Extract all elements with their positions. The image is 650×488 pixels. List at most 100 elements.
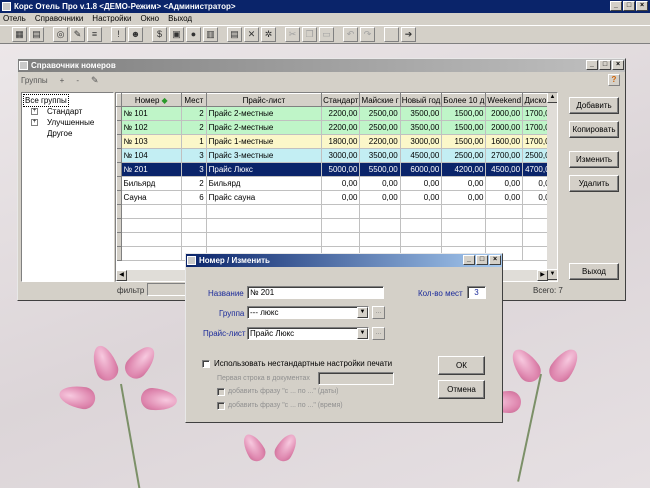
ok-button[interactable]: ОК bbox=[438, 356, 485, 375]
edit-button[interactable]: Изменить bbox=[569, 151, 619, 168]
add-group-button[interactable]: + bbox=[60, 76, 65, 85]
table-cell[interactable]: 3 bbox=[181, 162, 207, 177]
table-cell[interactable]: 6000,00 bbox=[400, 162, 443, 177]
table-cell[interactable]: 2000,00 bbox=[485, 106, 524, 121]
chart-icon[interactable]: ▤ bbox=[29, 27, 44, 42]
table-cell[interactable]: 1500,00 bbox=[441, 120, 487, 135]
tree-expand-icon[interactable]: + bbox=[31, 108, 38, 115]
chevron-down-icon[interactable]: ▼ bbox=[357, 307, 368, 318]
table-cell[interactable]: 4500,00 bbox=[485, 162, 524, 177]
table-cell[interactable]: № 103 bbox=[121, 134, 182, 149]
table-cell[interactable]: 3500,00 bbox=[400, 106, 443, 121]
table-cell[interactable]: 2700,00 bbox=[485, 148, 524, 163]
help-button[interactable]: ? bbox=[608, 74, 620, 86]
table-cell[interactable]: 2500,00 bbox=[359, 106, 401, 121]
cut-icon[interactable]: ✂ bbox=[285, 27, 300, 42]
table-cell[interactable]: 1600,00 bbox=[485, 134, 524, 149]
price-list-browse-button[interactable]: ... bbox=[372, 327, 385, 340]
groups-button[interactable]: Группы bbox=[21, 76, 48, 85]
table-cell[interactable]: Бильярд bbox=[121, 176, 182, 191]
table-cell[interactable]: 3500,00 bbox=[359, 148, 401, 163]
rooms-close-button[interactable]: × bbox=[612, 60, 624, 70]
edit-group-icon[interactable]: ✎ bbox=[91, 75, 99, 86]
calendar-icon[interactable]: ▦ bbox=[12, 27, 27, 42]
table-cell[interactable]: 4200,00 bbox=[441, 162, 487, 177]
table-cell[interactable]: 2 bbox=[181, 106, 207, 121]
table-row[interactable]: № 101 2 Прайс 2-местные 2200,00 2500,00 3500,… bbox=[116, 106, 557, 121]
scroll-up-icon[interactable]: ▲ bbox=[547, 93, 557, 103]
copy-button[interactable]: Копировать bbox=[569, 121, 619, 138]
table-cell[interactable]: 0,00 bbox=[441, 190, 487, 205]
table-cell[interactable]: Прайс 2-местные bbox=[206, 120, 323, 135]
table-cell[interactable]: 3 bbox=[181, 148, 207, 163]
table-cell[interactable]: 0,00 bbox=[400, 190, 443, 205]
people-icon[interactable]: ☻ bbox=[128, 27, 143, 42]
table-cell[interactable]: 3000,00 bbox=[400, 134, 443, 149]
cancel-button[interactable]: Отмена bbox=[438, 380, 485, 399]
table-cell[interactable]: 6 bbox=[181, 190, 207, 205]
dollar-icon[interactable]: $ bbox=[152, 27, 167, 42]
table-cell[interactable]: 2 bbox=[181, 120, 207, 135]
dialog-close-button[interactable]: × bbox=[489, 255, 501, 265]
table-cell[interactable]: 2000,00 bbox=[485, 120, 524, 135]
scroll-left-icon[interactable]: ◀ bbox=[116, 270, 127, 281]
table-cell[interactable]: № 201 bbox=[121, 162, 182, 177]
table-cell[interactable]: 0,00 bbox=[441, 176, 487, 191]
table-cell[interactable]: Прайс 2-местные bbox=[206, 106, 323, 121]
table-cell[interactable]: 2500,00 bbox=[359, 120, 401, 135]
menu-exit[interactable]: Выход bbox=[168, 13, 192, 25]
header-may-holidays[interactable]: Майские г bbox=[359, 93, 401, 107]
table-cell[interactable]: 2200,00 bbox=[321, 120, 361, 135]
table-cell[interactable]: 3500,00 bbox=[400, 120, 443, 135]
scroll-right-icon[interactable]: ▶ bbox=[537, 270, 548, 281]
add-time-checkbox[interactable] bbox=[217, 402, 225, 410]
tree-item-standard[interactable]: Стандарт bbox=[47, 106, 82, 117]
table-cell[interactable]: 4500,00 bbox=[400, 148, 443, 163]
table-cell[interactable]: 0,00 bbox=[400, 176, 443, 191]
table-cell[interactable]: Прайс 3-местные bbox=[206, 148, 323, 163]
group-select[interactable]: --- люкс ▼ bbox=[247, 306, 369, 319]
copy-icon[interactable]: ❐ bbox=[302, 27, 317, 42]
list-icon[interactable]: ≡ bbox=[87, 27, 102, 42]
edit-icon[interactable]: ✎ bbox=[70, 27, 85, 42]
header-standard[interactable]: Стандарт bbox=[321, 93, 361, 107]
header-more-10-days[interactable]: Более 10 д bbox=[441, 93, 487, 107]
printer-icon[interactable]: ▤ bbox=[227, 27, 242, 42]
rooms-maximize-button[interactable]: □ bbox=[599, 60, 611, 70]
table-cell[interactable]: 0,00 bbox=[359, 190, 401, 205]
table-cell[interactable]: № 104 bbox=[121, 148, 182, 163]
table-cell[interactable]: Прайс Люкс bbox=[206, 162, 323, 177]
undo-icon[interactable]: ↶ bbox=[343, 27, 358, 42]
filter-input[interactable] bbox=[147, 283, 187, 296]
minimize-button[interactable]: _ bbox=[610, 1, 622, 11]
table-cell[interactable]: Прайс 1-местные bbox=[206, 134, 323, 149]
table-cell[interactable]: 0,00 bbox=[321, 190, 361, 205]
exit-icon[interactable]: ➔ bbox=[401, 27, 416, 42]
menu-hotel[interactable]: Отель bbox=[3, 13, 26, 25]
table-cell[interactable]: 0,00 bbox=[485, 190, 524, 205]
maximize-button[interactable]: □ bbox=[623, 1, 635, 11]
table-cell[interactable]: 5500,00 bbox=[359, 162, 401, 177]
scroll-down-icon[interactable]: ▼ bbox=[547, 269, 557, 280]
name-input[interactable]: № 201 bbox=[247, 286, 384, 299]
table-cell[interactable]: 1800,00 bbox=[321, 134, 361, 149]
menu-directories[interactable]: Справочники bbox=[35, 13, 83, 25]
chevron-down-icon[interactable]: ▼ bbox=[357, 328, 368, 339]
tree-item-improved[interactable]: Улучшенные bbox=[47, 117, 94, 128]
table-cell[interactable]: 0,00 bbox=[359, 176, 401, 191]
settings-icon[interactable]: ✲ bbox=[261, 27, 276, 42]
menu-settings[interactable]: Настройки bbox=[92, 13, 131, 25]
add-dates-checkbox[interactable] bbox=[217, 388, 225, 396]
table-cell[interactable]: 0,00 bbox=[485, 176, 524, 191]
table-row[interactable]: № 201 3 Прайс Люкс 5000,00 5500,00 6000,00 420… bbox=[116, 162, 557, 177]
header-places[interactable]: Мест bbox=[180, 93, 207, 107]
table-cell[interactable]: Прайс сауна bbox=[206, 190, 323, 205]
grid-vertical-scrollbar[interactable]: ▲ ▼ bbox=[547, 93, 557, 281]
custom-print-checkbox[interactable] bbox=[202, 360, 210, 368]
first-line-input[interactable] bbox=[318, 372, 394, 385]
tools-icon[interactable]: ✕ bbox=[244, 27, 259, 42]
redo-icon[interactable]: ↷ bbox=[360, 27, 375, 42]
table-cell[interactable]: 5000,00 bbox=[321, 162, 361, 177]
tree-expand-icon[interactable]: + bbox=[31, 119, 38, 126]
table-cell[interactable]: № 101 bbox=[121, 106, 182, 121]
